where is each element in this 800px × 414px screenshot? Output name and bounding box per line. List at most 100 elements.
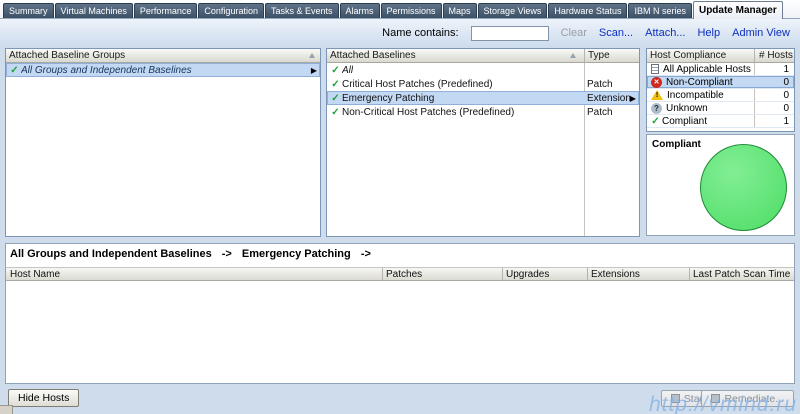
baseline-type: Extension (587, 92, 631, 104)
tab-ibm-n-series[interactable]: IBM N series (628, 3, 692, 18)
baseline-type: Patch (587, 78, 613, 90)
remediate-icon (711, 394, 721, 403)
baseline-groups-header-label: Attached Baseline Groups (9, 50, 126, 61)
attached-baselines-body: ✓ All ✓ Critical Host Patches (Predefine… (327, 63, 639, 236)
help-link[interactable]: Help (697, 27, 720, 39)
compliance-row-compliant[interactable]: ✓ Compliant 1 (647, 115, 794, 128)
scrollbar-corner (0, 405, 13, 414)
compliance-pie-chart (700, 144, 787, 231)
attached-baselines-panel: Attached Baselines Type ✓ All ✓ Critical… (326, 48, 640, 237)
tab-permissions[interactable]: Permissions (380, 3, 442, 18)
hide-hosts-button[interactable]: Hide Hosts (8, 389, 80, 407)
hosts-table-body-empty (6, 282, 794, 383)
check-icon: ✓ (331, 92, 340, 104)
breadcrumb-group[interactable]: All Groups and Independent Baselines (10, 248, 212, 260)
baseline-row[interactable]: ✓ All (327, 63, 639, 77)
column-divider (689, 268, 690, 280)
col-extensions[interactable]: Extensions (591, 269, 640, 280)
col-upgrades[interactable]: Upgrades (506, 269, 549, 280)
compliance-count: 0 (783, 76, 789, 88)
check-icon: ✓ (331, 106, 340, 118)
host-compliance-header-label: Host Compliance (650, 50, 727, 61)
name-contains-label: Name contains: (382, 27, 459, 39)
host-compliance-panel: Host Compliance # Hosts All Applicable H… (646, 48, 795, 132)
check-icon: ✓ (331, 64, 340, 76)
baseline-label: All (342, 64, 354, 76)
baseline-group-label: All Groups and Independent Baselines (21, 64, 192, 76)
host-compliance-body: All Applicable Hosts 1 ✕ Non-Compliant 0… (647, 63, 794, 128)
hosts-table-header[interactable]: Host Name Patches Upgrades Extensions La… (6, 267, 794, 281)
compliance-label: All Applicable Hosts (663, 63, 751, 75)
compliance-row-non-compliant[interactable]: ✕ Non-Compliant 0 (647, 76, 794, 89)
col-patches[interactable]: Patches (386, 269, 422, 280)
compliance-count: 0 (783, 89, 789, 101)
row-arrow-icon: ▶ (310, 65, 317, 75)
baseline-label: Emergency Patching (342, 92, 435, 104)
compliance-row-unknown[interactable]: ? Unknown 0 (647, 102, 794, 115)
column-divider (382, 268, 383, 280)
hosts-section: All Groups and Independent Baselines -> … (5, 243, 795, 384)
baseline-row[interactable]: ✓ Emergency Patching Extension ▶ (327, 91, 639, 105)
breadcrumb: All Groups and Independent Baselines -> … (10, 248, 378, 260)
baseline-groups-header[interactable]: Attached Baseline Groups (6, 49, 320, 63)
baseline-label: Non-Critical Host Patches (Predefined) (342, 106, 515, 118)
compliance-count: 1 (783, 115, 789, 127)
breadcrumb-baseline[interactable]: Emergency Patching (242, 248, 351, 260)
baseline-label: Critical Host Patches (Predefined) (342, 78, 493, 90)
tab-virtual-machines[interactable]: Virtual Machines (54, 3, 133, 18)
name-contains-input[interactable] (470, 25, 549, 41)
tab-summary[interactable]: Summary (3, 3, 54, 18)
compliance-count: 1 (783, 63, 789, 75)
baseline-group-row[interactable]: ✓ All Groups and Independent Baselines ▶ (6, 63, 320, 77)
tab-configuration[interactable]: Configuration (198, 3, 264, 18)
col-host-name[interactable]: Host Name (10, 269, 60, 280)
row-arrow-icon: ▶ (629, 93, 636, 103)
baseline-row[interactable]: ✓ Critical Host Patches (Predefined) Pat… (327, 77, 639, 91)
tab-maps[interactable]: Maps (442, 3, 477, 18)
remediate-label: Remediate... (724, 392, 784, 405)
report-icon (651, 64, 659, 74)
tab-alarms[interactable]: Alarms (339, 3, 380, 18)
attached-baseline-groups-panel: Attached Baseline Groups ✓ All Groups an… (5, 48, 321, 237)
compliance-label: Compliant (662, 115, 708, 127)
hide-hosts-label: Hide Hosts (18, 392, 70, 404)
host-compliance-header[interactable]: Host Compliance # Hosts (647, 49, 794, 63)
breadcrumb-arrow-icon: -> (360, 248, 371, 260)
baseline-row[interactable]: ✓ Non-Critical Host Patches (Predefined)… (327, 105, 639, 119)
tab-update-manager[interactable]: Update Manager (692, 1, 783, 19)
stage-icon (670, 394, 680, 403)
compliance-row-incompatible[interactable]: ! Incompatible 0 (647, 89, 794, 102)
scan-link[interactable]: Scan... (599, 27, 633, 39)
tab-hardware-status[interactable]: Hardware Status (548, 3, 628, 18)
admin-view-link[interactable]: Admin View (732, 27, 790, 39)
filter-toolbar: Name contains: Clear Scan... Attach... H… (0, 19, 800, 47)
compliance-chart-panel: Compliant (646, 134, 795, 236)
check-icon: ✓ (10, 64, 19, 76)
compliance-label: Unknown (666, 102, 708, 114)
error-icon: ✕ (651, 76, 662, 88)
attach-link[interactable]: Attach... (645, 27, 685, 39)
baseline-type: Patch (587, 106, 613, 118)
compliance-row-all-applicable[interactable]: All Applicable Hosts 1 (647, 63, 794, 76)
tab-storage-views[interactable]: Storage Views (477, 3, 548, 18)
update-manager-screen: Summary Virtual Machines Performance Con… (0, 0, 800, 414)
sort-icon (570, 53, 576, 58)
column-divider (587, 268, 588, 280)
check-icon: ✓ (331, 78, 340, 90)
col-last-patch-scan-time[interactable]: Last Patch Scan Time (693, 269, 790, 280)
remediate-button[interactable]: Remediate... (701, 390, 794, 407)
warning-icon: ! (651, 90, 663, 100)
clear-link[interactable]: Clear (561, 27, 587, 39)
check-icon: ✓ (651, 115, 660, 127)
compliance-chart-label: Compliant (652, 139, 701, 150)
tab-bar: Summary Virtual Machines Performance Con… (0, 0, 800, 19)
attached-baselines-header-label: Attached Baselines (330, 50, 416, 61)
tab-performance[interactable]: Performance (133, 3, 198, 18)
attached-baselines-header[interactable]: Attached Baselines Type (327, 49, 639, 63)
column-divider (502, 268, 503, 280)
sort-icon (309, 53, 315, 58)
tab-tasks-events[interactable]: Tasks & Events (264, 3, 339, 18)
hosts-count-column-header[interactable]: # Hosts (754, 49, 793, 62)
compliance-label: Incompatible (667, 89, 724, 101)
type-column-header[interactable]: Type (584, 49, 610, 62)
